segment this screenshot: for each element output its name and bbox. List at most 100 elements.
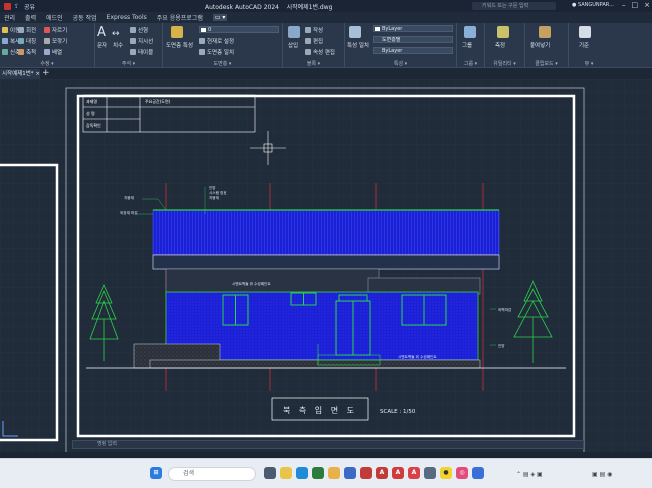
edge-icon[interactable] xyxy=(296,467,308,479)
autocad-window: ⇪ 공유 Autodesk AutoCAD 2024 시작예제1번.dwg 키워… xyxy=(0,0,652,488)
rotate-button[interactable]: 회전 xyxy=(18,26,36,34)
linetype-combo[interactable]: 도면층별 xyxy=(373,36,453,43)
tray-status-icons[interactable]: ▣ ▤ ◉ xyxy=(592,471,612,478)
file-explorer-icon[interactable] xyxy=(280,467,292,479)
app-icon-3[interactable] xyxy=(360,467,372,479)
trim-button[interactable]: 자르기 xyxy=(44,26,67,34)
store-icon[interactable] xyxy=(312,467,324,479)
app-icon-2[interactable] xyxy=(344,467,356,479)
insert-button[interactable]: 삽입 xyxy=(288,41,298,49)
text-icon[interactable]: A xyxy=(97,25,106,40)
match-properties-icon[interactable] xyxy=(349,26,361,38)
roof xyxy=(152,209,500,270)
edit-attributes-button[interactable]: 속성 편집 xyxy=(305,48,335,56)
base-view-button[interactable]: 기준 xyxy=(579,41,589,49)
note-1: 인방 xyxy=(209,185,216,190)
tab-featured-apps[interactable]: 주요 응용프로그램 xyxy=(157,13,203,22)
file-tab[interactable]: 시작예제1번* × xyxy=(0,69,40,79)
command-line[interactable]: 명령 입력 xyxy=(72,440,584,449)
tab-express-tools[interactable]: Express Tools xyxy=(107,14,147,21)
minimize-icon[interactable]: – xyxy=(622,1,626,9)
panel-block-label[interactable]: 블록 ▾ xyxy=(283,60,344,67)
paste-icon[interactable] xyxy=(539,26,551,38)
layer-properties-button[interactable]: 도면층 특성 xyxy=(166,41,193,49)
fillet-button[interactable]: 모깎기 xyxy=(44,37,67,45)
kakaotalk-icon[interactable]: ● xyxy=(440,467,452,479)
group-button[interactable]: 그룹 xyxy=(462,41,472,49)
tray-icons[interactable]: ⌃ ▤ ◈ ▣ xyxy=(516,471,543,478)
drawing-area[interactable]: 과제명 성 명 감독확인 주요공간(도면) 인방 시스템 창호 지붕재 지붕재 … xyxy=(0,79,652,452)
table-cell-1: 과제명 xyxy=(86,98,97,104)
ribbon-options-icon[interactable]: ▭ ▾ xyxy=(212,14,228,21)
layer-match-button[interactable]: 도면층 일치 xyxy=(199,48,234,56)
leader-button[interactable]: 지시선 xyxy=(130,37,153,45)
app-icon-4[interactable]: A xyxy=(392,467,404,479)
label-wall: 외장재 마감 xyxy=(120,210,138,215)
panel-utilities: 측정 유틸리티 ▾ xyxy=(485,23,525,68)
taskbar-search[interactable]: 검색 xyxy=(168,467,256,481)
panel-annotation-label[interactable]: 주석 ▾ xyxy=(95,60,162,67)
panel-utilities-label[interactable]: 유틸리티 ▾ xyxy=(485,60,524,67)
panel-layers-label[interactable]: 도면층 ▾ xyxy=(163,60,282,67)
dimension-button[interactable]: 치수 xyxy=(113,41,123,49)
measure-button[interactable]: 측정 xyxy=(495,41,505,49)
app-menu-icon[interactable] xyxy=(4,2,11,10)
user-name[interactable]: ● SANGUNPAR... xyxy=(572,2,614,8)
layer-combo[interactable]: 0 xyxy=(199,26,279,33)
scale-button[interactable]: 축척 xyxy=(18,48,36,56)
match-properties-button[interactable]: 특성 일치 xyxy=(347,41,369,49)
windows-taskbar: ⊞ 검색 A A A ● ◎ ⌃ ▤ ◈ ▣ ▣ ▤ ◉ xyxy=(0,458,652,488)
task-view-icon[interactable] xyxy=(264,467,276,479)
close-tab-icon[interactable]: × xyxy=(35,71,40,77)
linear-button[interactable]: 선형 xyxy=(130,26,148,34)
color-combo[interactable]: ByLayer xyxy=(373,25,453,32)
label-finish: 시멘트벽돌 위 수성페인트 xyxy=(232,281,271,286)
drawing-title: 북 측 입 면 도 xyxy=(283,405,357,415)
panel-modify: 이동 회전 자르기 복사 대칭 모깎기 신축 축척 배열 수정 ▾ xyxy=(0,23,95,68)
create-block-button[interactable]: 작성 xyxy=(305,26,323,34)
label-right-2: 인방 xyxy=(498,343,505,348)
table-value: 주요공간(도면) xyxy=(145,98,171,104)
panel-properties-label[interactable]: 특성 ▾ xyxy=(345,60,456,67)
user-icon: ● xyxy=(572,2,577,8)
app-icon-1[interactable] xyxy=(328,467,340,479)
start-icon[interactable]: ⊞ xyxy=(150,467,162,479)
tab-collaborate[interactable]: 공동 작업 xyxy=(73,13,97,22)
share-button[interactable]: 공유 xyxy=(24,2,35,11)
group-icon[interactable] xyxy=(464,26,476,38)
tab-manage[interactable]: 관리 xyxy=(4,13,15,22)
text-button[interactable]: 문자 xyxy=(97,41,107,49)
panel-groups-label[interactable]: 그룹 ▾ xyxy=(457,60,484,67)
file-title: 시작예제1번.dwg xyxy=(286,4,333,11)
tab-addins[interactable]: 애드인 xyxy=(46,13,63,22)
table-button[interactable]: 테이블 xyxy=(130,48,153,56)
dimension-icon[interactable]: ↔ xyxy=(112,29,120,39)
search-input[interactable]: 키워드 또는 구문 입력 xyxy=(472,2,556,10)
panel-clipboard-label[interactable]: 클립보드 ▾ xyxy=(525,60,568,67)
command-input[interactable]: 명령 입력 xyxy=(97,441,117,447)
edit-block-button[interactable]: 편집 xyxy=(305,37,323,45)
array-button[interactable]: 배열 xyxy=(44,48,62,56)
drawing-svg[interactable]: 과제명 성 명 감독확인 주요공간(도면) 인방 시스템 창호 지붕재 지붕재 … xyxy=(0,79,652,452)
base-view-icon[interactable] xyxy=(579,26,591,38)
tab-output[interactable]: 출력 xyxy=(25,13,36,22)
autocad-icon[interactable]: A xyxy=(376,467,388,479)
close-icon[interactable]: × xyxy=(644,1,650,9)
panel-modify-label[interactable]: 수정 ▾ xyxy=(0,60,94,67)
measure-icon[interactable] xyxy=(497,26,509,38)
lineweight-combo[interactable]: ByLayer xyxy=(373,47,453,54)
panel-clipboard: 붙여넣기 클립보드 ▾ xyxy=(525,23,569,68)
new-tab-icon[interactable]: + xyxy=(42,68,50,78)
app-icon-7[interactable] xyxy=(472,467,484,479)
set-current-button[interactable]: 현재로 설정 xyxy=(199,37,234,45)
mirror-button[interactable]: 대칭 xyxy=(18,37,36,45)
insert-icon[interactable] xyxy=(288,26,300,38)
layer-properties-icon[interactable] xyxy=(171,26,183,38)
instagram-icon[interactable]: ◎ xyxy=(456,467,468,479)
app-icon-5[interactable]: A xyxy=(408,467,420,479)
panel-view-label[interactable]: 뷰 ▾ xyxy=(569,60,609,67)
maximize-icon[interactable]: □ xyxy=(632,1,639,9)
paste-button[interactable]: 붙여넣기 xyxy=(530,41,550,49)
app-icon-6[interactable] xyxy=(424,467,436,479)
share-icon[interactable]: ⇪ xyxy=(14,3,19,10)
